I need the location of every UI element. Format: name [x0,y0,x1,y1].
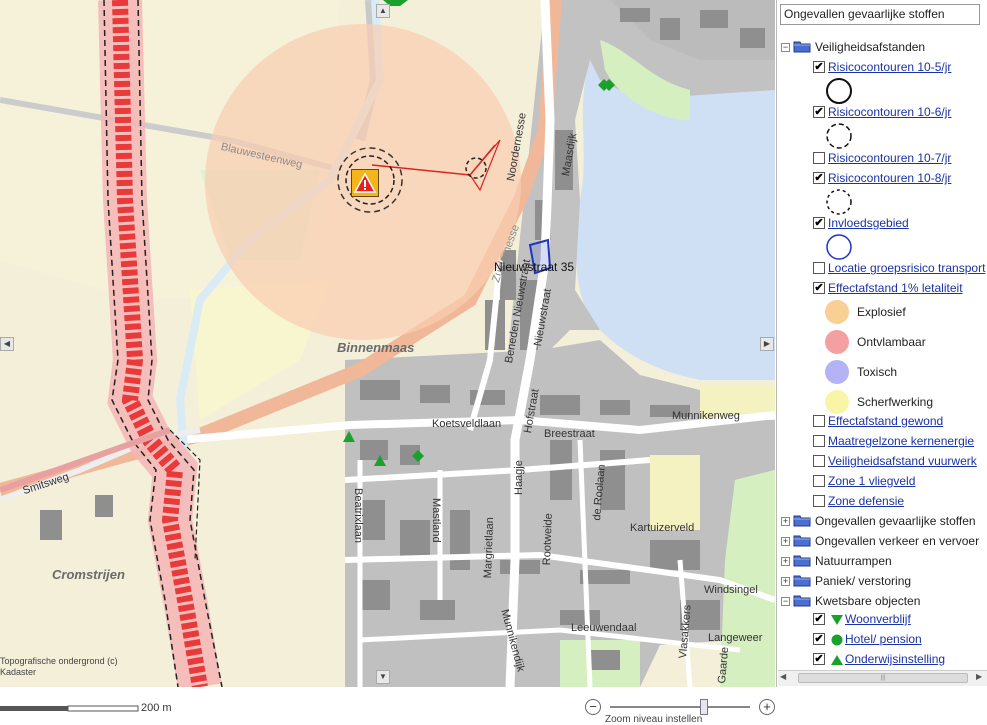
layer-checkbox[interactable] [813,262,825,274]
layer-link[interactable]: Hotel/ pension [845,629,922,649]
layer-link[interactable]: Veiligheidsafstand vuurwerk [828,451,977,471]
label-nieuwstraat-35: Nieuwstraat 35 [494,260,575,274]
layer-select-dropdown[interactable]: Ongevallen gevaarlijke stoffen [780,4,980,25]
layer-checkbox[interactable] [813,495,825,507]
bottom-toolbar: 200 m − + Zoom niveau instellen [0,687,987,725]
map-canvas[interactable]: Blauwesteenweg Noordernesse Maasdijk Zui… [0,0,775,687]
pan-right-button[interactable]: ▶ [760,337,774,351]
legend-label: Ontvlambaar [857,335,926,349]
zoom-caption: Zoom niveau instellen [605,714,703,725]
layer-link[interactable]: Risicocontouren 10-7/jr [828,148,951,168]
layer-checkbox[interactable]: ✔ [813,106,825,118]
layer-checkbox[interactable]: ✔ [813,217,825,229]
layer-link[interactable]: Invloedsgebied [828,213,909,233]
layer-checkbox[interactable]: ✔ [813,282,825,294]
layer-link[interactable]: Risicocontouren 10-8/jr [828,168,951,188]
label-rootweide: Rootweide [541,513,555,566]
expand-icon[interactable]: + [781,517,790,526]
zoom-slider-thumb[interactable] [699,699,708,715]
layer-checkbox[interactable] [813,455,825,467]
legend-label: Explosief [857,305,906,319]
onderwijs-icon [830,652,844,672]
layer-link[interactable]: Zone 1 vliegveld [828,471,915,491]
group-label: Paniek/ verstoring [815,574,912,588]
layer-checkbox[interactable] [813,435,825,447]
hotel-icon [830,632,844,652]
group-label: Ongevallen verkeer en vervoer [815,534,980,548]
layer-link[interactable]: Locatie groepsrisico transport [828,258,985,278]
layer-checkbox[interactable]: ✔ [813,653,825,665]
layer-link[interactable]: Effectafstand gewond [828,411,943,431]
scroll-right-arrow[interactable]: ▶ [976,672,982,681]
scroll-thumb[interactable]: ||| [798,673,968,683]
legend-label: Toxisch [857,365,898,379]
label-koetsveldlaan: Koetsveldlaan [432,418,502,430]
layer-link[interactable]: Woonverblijf [845,609,911,629]
map-copyright: Topografische ondergrond (c) Kadaster [0,656,118,677]
collapse-icon[interactable]: − [781,597,790,606]
hazard-warning-icon[interactable] [351,169,379,197]
group-label: Veiligheidsafstanden [815,40,926,54]
layer-link[interactable]: Risicocontouren 10-5/jr [828,57,951,77]
woonverblijf-icon [830,612,844,632]
label-munnikenweg: Munnikenweg [672,410,740,422]
layer-panel: Ongevallen gevaarlijke stoffen − Veilighe… [776,0,987,687]
label-margrietlaan: Margrietlaan [482,516,497,579]
label-binnenmaas: Binnenmaas [337,340,415,355]
zoom-slider-track[interactable] [610,699,750,715]
pan-left-button[interactable]: ◀ [0,337,14,351]
layer-link[interactable]: Zone defensie [828,491,904,511]
pan-down-button[interactable]: ▼ [376,670,390,684]
expand-icon[interactable]: + [781,537,790,546]
label-breestraat: Breestraat [544,428,595,440]
expand-icon[interactable]: + [781,577,790,586]
label-kartuizerveld: Kartuizerveld [630,522,695,534]
legend-swatch-icon [825,360,849,384]
scale-label: 200 m [141,702,172,714]
layer-checkbox[interactable]: ✔ [813,613,825,625]
layer-checkbox[interactable]: ✔ [813,633,825,645]
layer-checkbox[interactable]: ✔ [813,61,825,73]
legend-swatch-icon [825,300,849,324]
label-leeuwendaal: Leeuwendaal [571,622,637,634]
label-windsingel: Windsingel [704,584,758,596]
layer-link[interactable]: Onderwijsinstelling [845,649,945,669]
layer-checkbox[interactable] [813,415,825,427]
group-label: Natuurrampen [815,554,892,568]
layer-checkbox[interactable] [813,152,825,164]
layer-checkbox[interactable]: ✔ [813,172,825,184]
label-langeweer: Langeweer [708,632,763,644]
label-cromstrijen: Cromstrijen [52,567,125,582]
group-label: Ongevallen gevaarlijke stoffen [815,514,976,528]
label-mastland: Mastland [430,498,442,543]
zoom-in-button[interactable]: + [759,699,775,715]
scroll-left-arrow[interactable]: ◀ [780,672,786,681]
zoom-out-button[interactable]: − [585,699,601,715]
pan-up-button[interactable]: ▲ [376,4,390,18]
layer-link[interactable]: Risicocontouren 10-6/jr [828,102,951,122]
label-beatrixlaan: Beatrixlaan [352,488,364,544]
layer-link[interactable]: Maatregelzone kernenergie [828,431,974,451]
panel-horizontal-scrollbar[interactable]: ◀ ||| ▶ [778,670,987,686]
expand-icon[interactable]: + [781,557,790,566]
collapse-icon[interactable]: − [781,43,790,52]
group-label: Kwetsbare objecten [815,594,921,608]
layer-link[interactable]: Effectafstand 1% letaliteit [828,278,963,298]
layer-checkbox[interactable] [813,475,825,487]
label-haagje: Haagje [513,460,525,495]
legend-swatch-icon [825,330,849,354]
